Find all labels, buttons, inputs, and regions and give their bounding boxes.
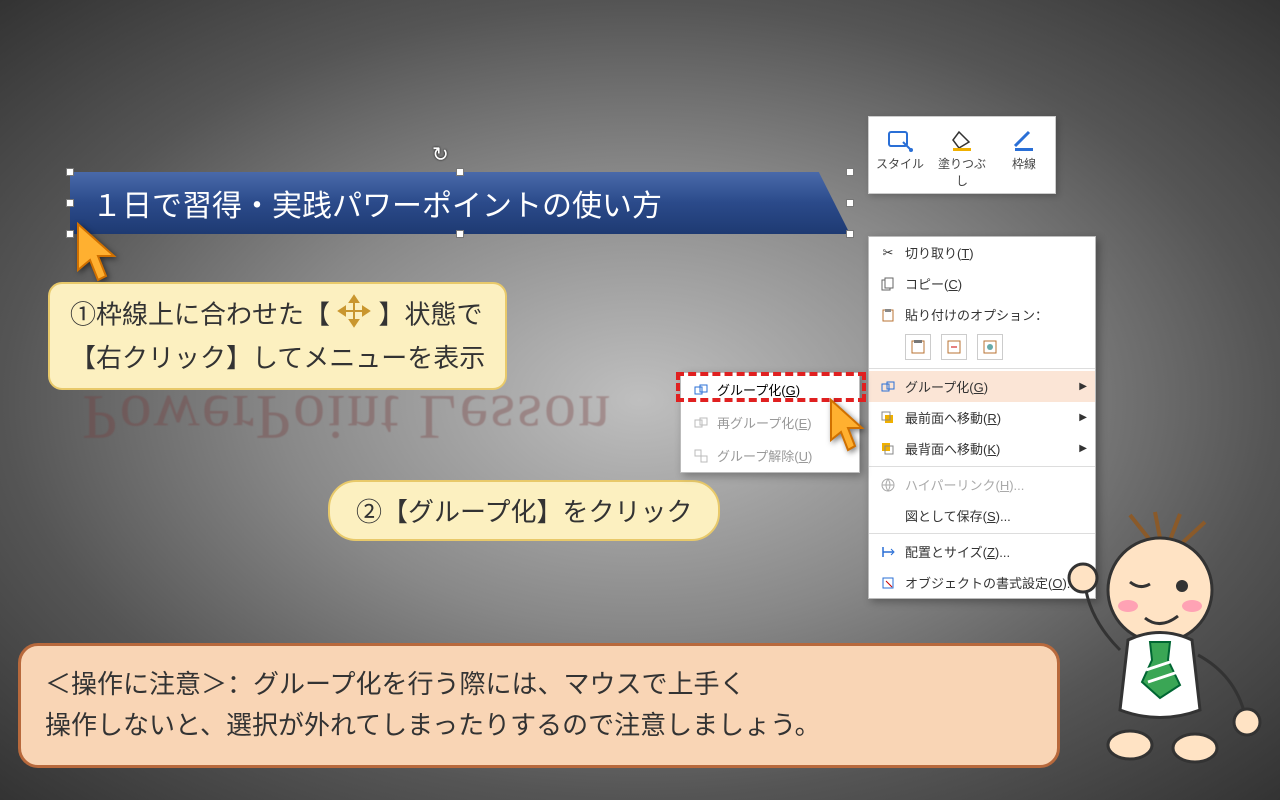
menu-copy[interactable]: コピー(C): [869, 268, 1095, 299]
paste-icon: [877, 308, 899, 322]
mascot-character: [1050, 510, 1270, 780]
resize-handle[interactable]: [66, 199, 74, 207]
instruction-callout-2: ②【グループ化】をクリック: [328, 480, 720, 541]
note-line: ＜操作に注意＞：グループ化を行う際には、マウスで上手く: [45, 664, 1033, 706]
menu-bring-front[interactable]: 最前面へ移動(R) ▶: [869, 402, 1095, 433]
style-icon: [873, 125, 927, 155]
menu-cut[interactable]: ✂ 切り取り(T): [869, 237, 1095, 268]
ungroup-icon: [691, 449, 711, 463]
size-icon: [877, 545, 899, 559]
menu-hyperlink[interactable]: ハイパーリンク(H)...: [869, 469, 1095, 500]
format-icon: [877, 576, 899, 590]
cut-icon: ✂: [877, 245, 899, 261]
hyperlink-icon: [877, 478, 899, 492]
group-icon: [691, 383, 711, 397]
paste-option-2[interactable]: [941, 334, 967, 360]
outline-label: 枠線: [997, 155, 1051, 172]
reflection-text: PowerPoint Lesson: [82, 380, 612, 454]
resize-handle[interactable]: [456, 168, 464, 176]
callout-line: 【右クリック】してメニューを表示: [70, 339, 485, 378]
resize-handle[interactable]: [456, 230, 464, 238]
cursor-arrow-2: [822, 398, 866, 465]
outline-button[interactable]: 枠線: [993, 117, 1055, 193]
mini-toolbar: スタイル 塗りつぶし 枠線: [868, 116, 1056, 194]
fill-label: 塗りつぶし: [935, 155, 989, 189]
bring-front-icon: [877, 411, 899, 425]
instruction-callout-1: ①枠線上に合わせた【 】状態で 【右クリック】してメニューを表示: [48, 282, 507, 390]
copy-icon: [877, 277, 899, 291]
group-icon: [877, 380, 899, 394]
menu-paste-options-label: 貼り付けのオプション：: [869, 299, 1095, 330]
paste-option-3[interactable]: [977, 334, 1003, 360]
style-label: スタイル: [873, 155, 927, 172]
submenu-arrow-icon: ▶: [1079, 443, 1087, 454]
send-back-icon: [877, 442, 899, 456]
resize-handle[interactable]: [846, 230, 854, 238]
paste-option-1[interactable]: [905, 334, 931, 360]
menu-separator: [869, 368, 1095, 369]
menu-send-back[interactable]: 最背面へ移動(K) ▶: [869, 433, 1095, 464]
menu-separator: [869, 466, 1095, 467]
fill-icon: [935, 125, 989, 155]
resize-handle[interactable]: [846, 168, 854, 176]
banner-title: １日で習得・実践パワーポイントの使い方: [70, 172, 850, 234]
selected-banner-shape[interactable]: １日で習得・実践パワーポイントの使い方: [70, 172, 850, 234]
move-cursor-icon: [337, 294, 371, 339]
style-button[interactable]: スタイル: [869, 117, 931, 193]
note-line: 操作しないと、選択が外れてしまったりするので注意しましょう。: [45, 705, 1033, 747]
regroup-icon: [691, 416, 711, 430]
outline-icon: [997, 125, 1051, 155]
menu-group[interactable]: グループ化(G) ▶: [869, 371, 1095, 402]
resize-handle[interactable]: [846, 199, 854, 207]
callout-line: ①枠線上に合わせた【 】状態で: [70, 294, 485, 339]
resize-handle[interactable]: [66, 168, 74, 176]
rotation-handle-icon[interactable]: ↻: [432, 142, 449, 167]
submenu-arrow-icon: ▶: [1079, 381, 1087, 392]
fill-button[interactable]: 塗りつぶし: [931, 117, 993, 193]
paste-options-row: [869, 330, 1095, 366]
submenu-arrow-icon: ▶: [1079, 412, 1087, 423]
caution-note: ＜操作に注意＞：グループ化を行う際には、マウスで上手く 操作しないと、選択が外れ…: [18, 643, 1060, 768]
